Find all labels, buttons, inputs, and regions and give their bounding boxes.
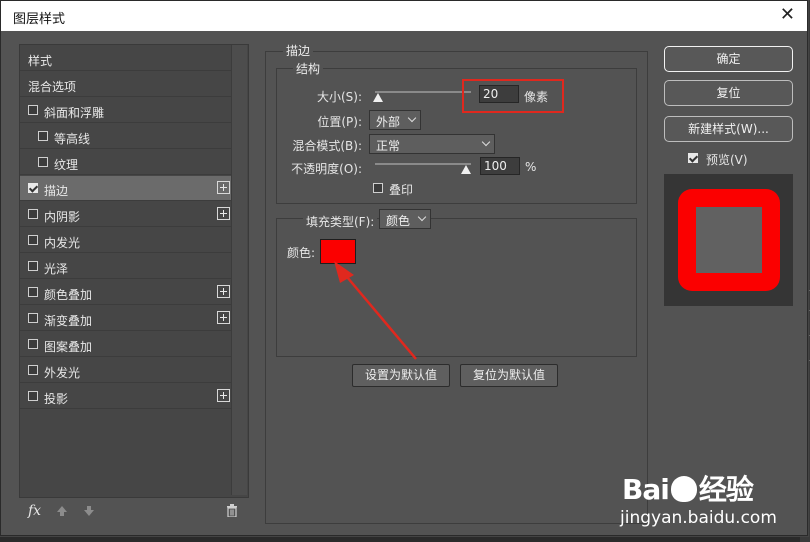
style-item[interactable]: 混合选项 [20,72,232,97]
overprint-label: 叠印 [389,183,414,197]
style-item-label: 样式 [28,54,53,68]
style-item[interactable]: 投影 [20,384,232,409]
dialog-title: 图层样式 [13,12,66,27]
chevron-down-icon [481,137,491,147]
style-item[interactable]: 纹理 [20,150,232,175]
preview-fill-shape [696,207,762,273]
style-item-checkbox[interactable] [28,365,38,375]
opacity-unit: % [525,160,537,174]
fx-icon[interactable]: fx [28,503,41,519]
style-item[interactable]: 描边 [20,176,232,201]
reset-default-button[interactable]: 复位为默认值 [460,364,558,387]
watermark-url: jingyan.baidu.com [620,508,777,528]
styles-list-panel: 样式混合选项斜面和浮雕等高线纹理描边内阴影内发光光泽颜色叠加渐变叠加图案叠加外发… [19,44,249,498]
add-instance-icon[interactable] [217,207,230,220]
title-bar: 图层样式 ✕ [1,1,807,31]
position-value: 外部 [376,115,401,129]
chevron-down-icon [407,113,417,123]
style-item-label: 等高线 [54,132,91,146]
styles-list-scrollbar[interactable] [231,45,247,495]
layer-style-dialog: 图层样式 ✕ 样式 混合选项 斜面和浮雕 等高线 纹理 描边 内阴影 内发光 光泽 颜色叠加 渐变叠… [0,0,808,536]
style-item-checkbox[interactable] [28,261,38,271]
size-input[interactable]: 20 [479,85,519,103]
style-item[interactable]: 样式 [20,46,232,71]
fill-type-value: 颜色 [386,214,411,228]
fill-type-dropdown[interactable]: 颜色 [379,209,431,229]
style-item-checkbox[interactable] [38,131,48,141]
preview-checkbox[interactable] [688,153,698,163]
style-item-checkbox[interactable] [28,313,38,323]
blend-mode-dropdown[interactable]: 正常 [369,134,495,154]
style-item[interactable]: 内阴影 [20,202,232,227]
size-unit: 像素 [524,90,549,104]
style-item[interactable]: 等高线 [20,124,232,149]
close-icon[interactable]: ✕ [780,4,795,25]
style-item-checkbox[interactable] [28,391,38,401]
paw-icon [670,476,697,502]
reset-button[interactable]: 复位 [664,80,793,106]
style-item-label: 渐变叠加 [44,314,93,328]
position-dropdown[interactable]: 外部 [369,110,421,130]
watermark-logo: Bai 经验 [622,468,754,508]
chevron-down-icon [417,212,427,222]
ok-button[interactable]: 确定 [664,46,793,72]
style-item-label: 投影 [44,392,69,406]
style-item-label: 描边 [44,184,69,198]
style-item-label: 内发光 [44,236,81,250]
move-down-icon[interactable] [83,505,95,517]
stroke-section-title: 描边 [283,42,314,59]
opacity-input[interactable]: 100 [480,157,520,175]
add-instance-icon[interactable] [217,181,230,194]
style-item[interactable]: 颜色叠加 [20,280,232,305]
style-item-label: 混合选项 [28,80,77,94]
style-item[interactable]: 斜面和浮雕 [20,98,232,123]
style-item-label: 图案叠加 [44,340,93,354]
style-item-label: 内阴影 [44,210,81,224]
trash-icon[interactable] [226,504,238,517]
move-up-icon[interactable] [56,505,68,517]
preview-label: 预览(V) [706,153,748,167]
watermark-brand-a: Bai [622,473,670,506]
style-item-label: 斜面和浮雕 [44,106,105,120]
style-item-checkbox[interactable] [28,105,38,115]
style-item[interactable]: 外发光 [20,358,232,383]
style-item[interactable]: 内发光 [20,228,232,253]
style-item-checkbox[interactable] [28,339,38,349]
style-item-checkbox[interactable] [28,209,38,219]
blend-mode-value: 正常 [376,139,401,153]
opacity-label: 不透明度(O): [291,162,362,176]
annotation-arrow [334,261,417,360]
style-item-checkbox[interactable] [28,235,38,245]
size-slider[interactable] [375,91,471,93]
add-instance-icon[interactable] [217,285,230,298]
style-item-checkbox[interactable] [28,287,38,297]
style-preview-thumbnail [664,174,793,306]
style-item-label: 外发光 [44,366,81,380]
structure-title: 结构 [293,60,324,77]
new-style-button[interactable]: 新建样式(W)... [664,116,793,142]
overprint-checkbox[interactable] [373,183,383,193]
add-instance-icon[interactable] [217,389,230,402]
color-label: 颜色: [287,246,316,260]
style-item-label: 颜色叠加 [44,288,93,302]
opacity-slider[interactable] [375,163,471,165]
preview-stroke-shape [678,189,780,291]
fill-type-label: 填充类型(F): [303,213,378,230]
style-item[interactable]: 光泽 [20,254,232,279]
style-item-checkbox[interactable] [28,183,38,193]
size-label: 大小(S): [316,90,362,104]
opacity-slider-thumb[interactable] [461,165,471,174]
style-item-label: 纹理 [54,158,79,172]
blend-mode-label: 混合模式(B): [292,139,362,153]
style-item-label: 光泽 [44,262,69,276]
style-item-checkbox[interactable] [38,157,48,167]
size-slider-thumb[interactable] [372,93,383,102]
add-instance-icon[interactable] [217,311,230,324]
style-item[interactable]: 图案叠加 [20,332,232,357]
watermark-brand-b: 经验 [698,473,754,506]
set-default-button[interactable]: 设置为默认值 [352,364,450,387]
style-item[interactable]: 渐变叠加 [20,306,232,331]
position-label: 位置(P): [317,115,362,129]
